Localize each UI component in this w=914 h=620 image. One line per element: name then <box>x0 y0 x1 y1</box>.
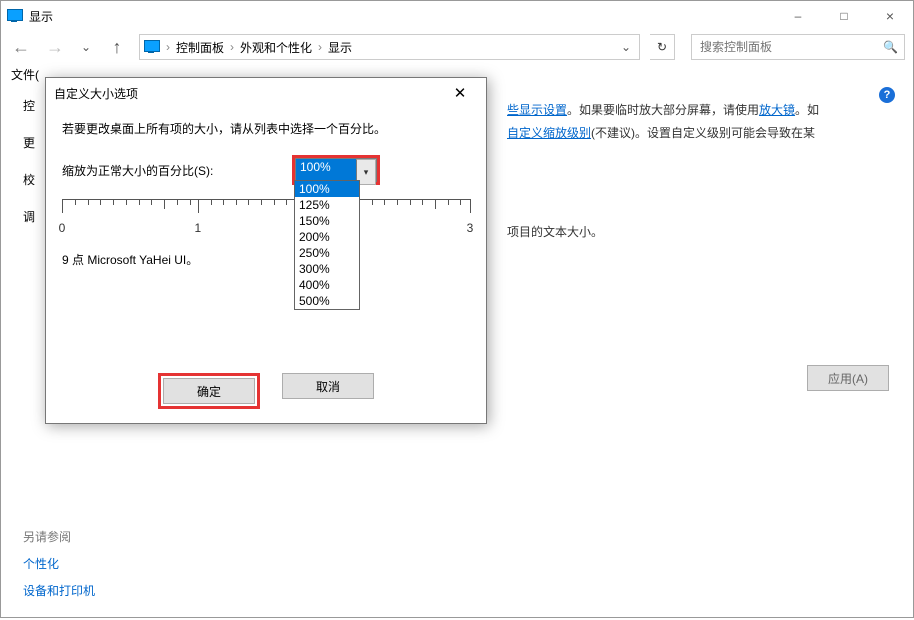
history-dropdown[interactable]: ⌄ <box>77 36 95 58</box>
search-box[interactable]: 🔍 <box>691 34 905 60</box>
scale-combobox[interactable]: 100% ▾ <box>295 158 377 182</box>
scale-option[interactable]: 100% <box>295 181 359 197</box>
scale-option[interactable]: 200% <box>295 229 359 245</box>
address-dropdown[interactable]: ⌄ <box>617 36 635 58</box>
menu-file[interactable]: 文件( <box>11 66 39 83</box>
search-icon: 🔍 <box>883 40 898 54</box>
ok-button[interactable]: 确定 <box>163 378 255 404</box>
scale-option[interactable]: 500% <box>295 293 359 309</box>
personalization-link[interactable]: 个性化 <box>23 555 95 572</box>
scale-ruler[interactable]: 0 1 2 3 <box>62 195 470 245</box>
dialog-titlebar: 自定义大小选项 ✕ <box>46 78 486 108</box>
devices-printers-link[interactable]: 设备和打印机 <box>23 582 95 599</box>
chevron-right-icon: › <box>166 40 170 54</box>
location-icon <box>144 40 160 52</box>
scale-option[interactable]: 300% <box>295 261 359 277</box>
search-input[interactable] <box>698 39 883 55</box>
see-also-header: 另请参阅 <box>23 528 95 545</box>
body-paragraph: 些显示设置。如果要临时放大部分屏幕，请使用放大镜。如 自定义缩放级别(不建议)。… <box>507 99 897 145</box>
address-bar[interactable]: › 控制面板 › 外观和个性化 › 显示 ⌄ <box>139 34 640 60</box>
scale-option[interactable]: 150% <box>295 213 359 229</box>
ruler-tick-0: 0 <box>59 221 66 235</box>
refresh-button[interactable]: ↻ <box>650 34 675 60</box>
crumb-control-panel[interactable]: 控制面板 <box>176 39 224 56</box>
ruler-tick-1: 1 <box>195 221 202 235</box>
forward-button[interactable]: → <box>43 35 67 59</box>
dialog-close-button[interactable]: ✕ <box>442 78 478 108</box>
display-settings-link[interactable]: 些显示设置 <box>507 103 567 117</box>
see-also-section: 另请参阅 个性化 设备和打印机 <box>23 528 95 599</box>
chevron-right-icon: › <box>318 40 322 54</box>
custom-scaling-link[interactable]: 自定义缩放级别 <box>507 126 591 140</box>
ok-highlight: 确定 <box>158 373 260 409</box>
nav-bar: ← → ⌄ ↑ › 控制面板 › 外观和个性化 › 显示 ⌄ ↻ 🔍 <box>1 31 913 63</box>
close-button[interactable]: × <box>867 1 913 31</box>
custom-size-dialog: 自定义大小选项 ✕ 若要更改桌面上所有项的大小，请从列表中选择一个百分比。 缩放… <box>45 77 487 424</box>
ruler-tick-3: 3 <box>467 221 474 235</box>
combo-highlight: 100% ▾ 100%125%150%200%250%300%400%500% <box>292 155 380 185</box>
sample-text: 9 点 Microsoft YaHei UI。 <box>62 251 470 268</box>
dialog-title: 自定义大小选项 <box>54 85 442 102</box>
scale-option[interactable]: 400% <box>295 277 359 293</box>
maximize-button[interactable]: □ <box>821 1 867 31</box>
chevron-right-icon: › <box>230 40 234 54</box>
dialog-description: 若要更改桌面上所有项的大小，请从列表中选择一个百分比。 <box>62 120 470 137</box>
cancel-button[interactable]: 取消 <box>282 373 374 399</box>
scale-options-list[interactable]: 100%125%150%200%250%300%400%500% <box>294 180 360 310</box>
back-button[interactable]: ← <box>9 35 33 59</box>
crumb-display[interactable]: 显示 <box>328 39 352 56</box>
title-bar: 显示 – □ × <box>1 1 913 31</box>
minimize-button[interactable]: – <box>775 1 821 31</box>
combo-value: 100% <box>296 159 356 181</box>
scale-label: 缩放为正常大小的百分比(S): <box>62 162 292 179</box>
display-icon <box>7 8 23 24</box>
scale-option[interactable]: 250% <box>295 245 359 261</box>
up-button[interactable]: ↑ <box>105 35 129 59</box>
magnifier-link[interactable]: 放大镜 <box>759 103 795 117</box>
window-title: 显示 <box>29 8 775 25</box>
apply-button[interactable]: 应用(A) <box>807 365 889 391</box>
body-paragraph-2: 项目的文本大小。 <box>507 221 897 244</box>
crumb-appearance[interactable]: 外观和个性化 <box>240 39 312 56</box>
scale-option[interactable]: 125% <box>295 197 359 213</box>
